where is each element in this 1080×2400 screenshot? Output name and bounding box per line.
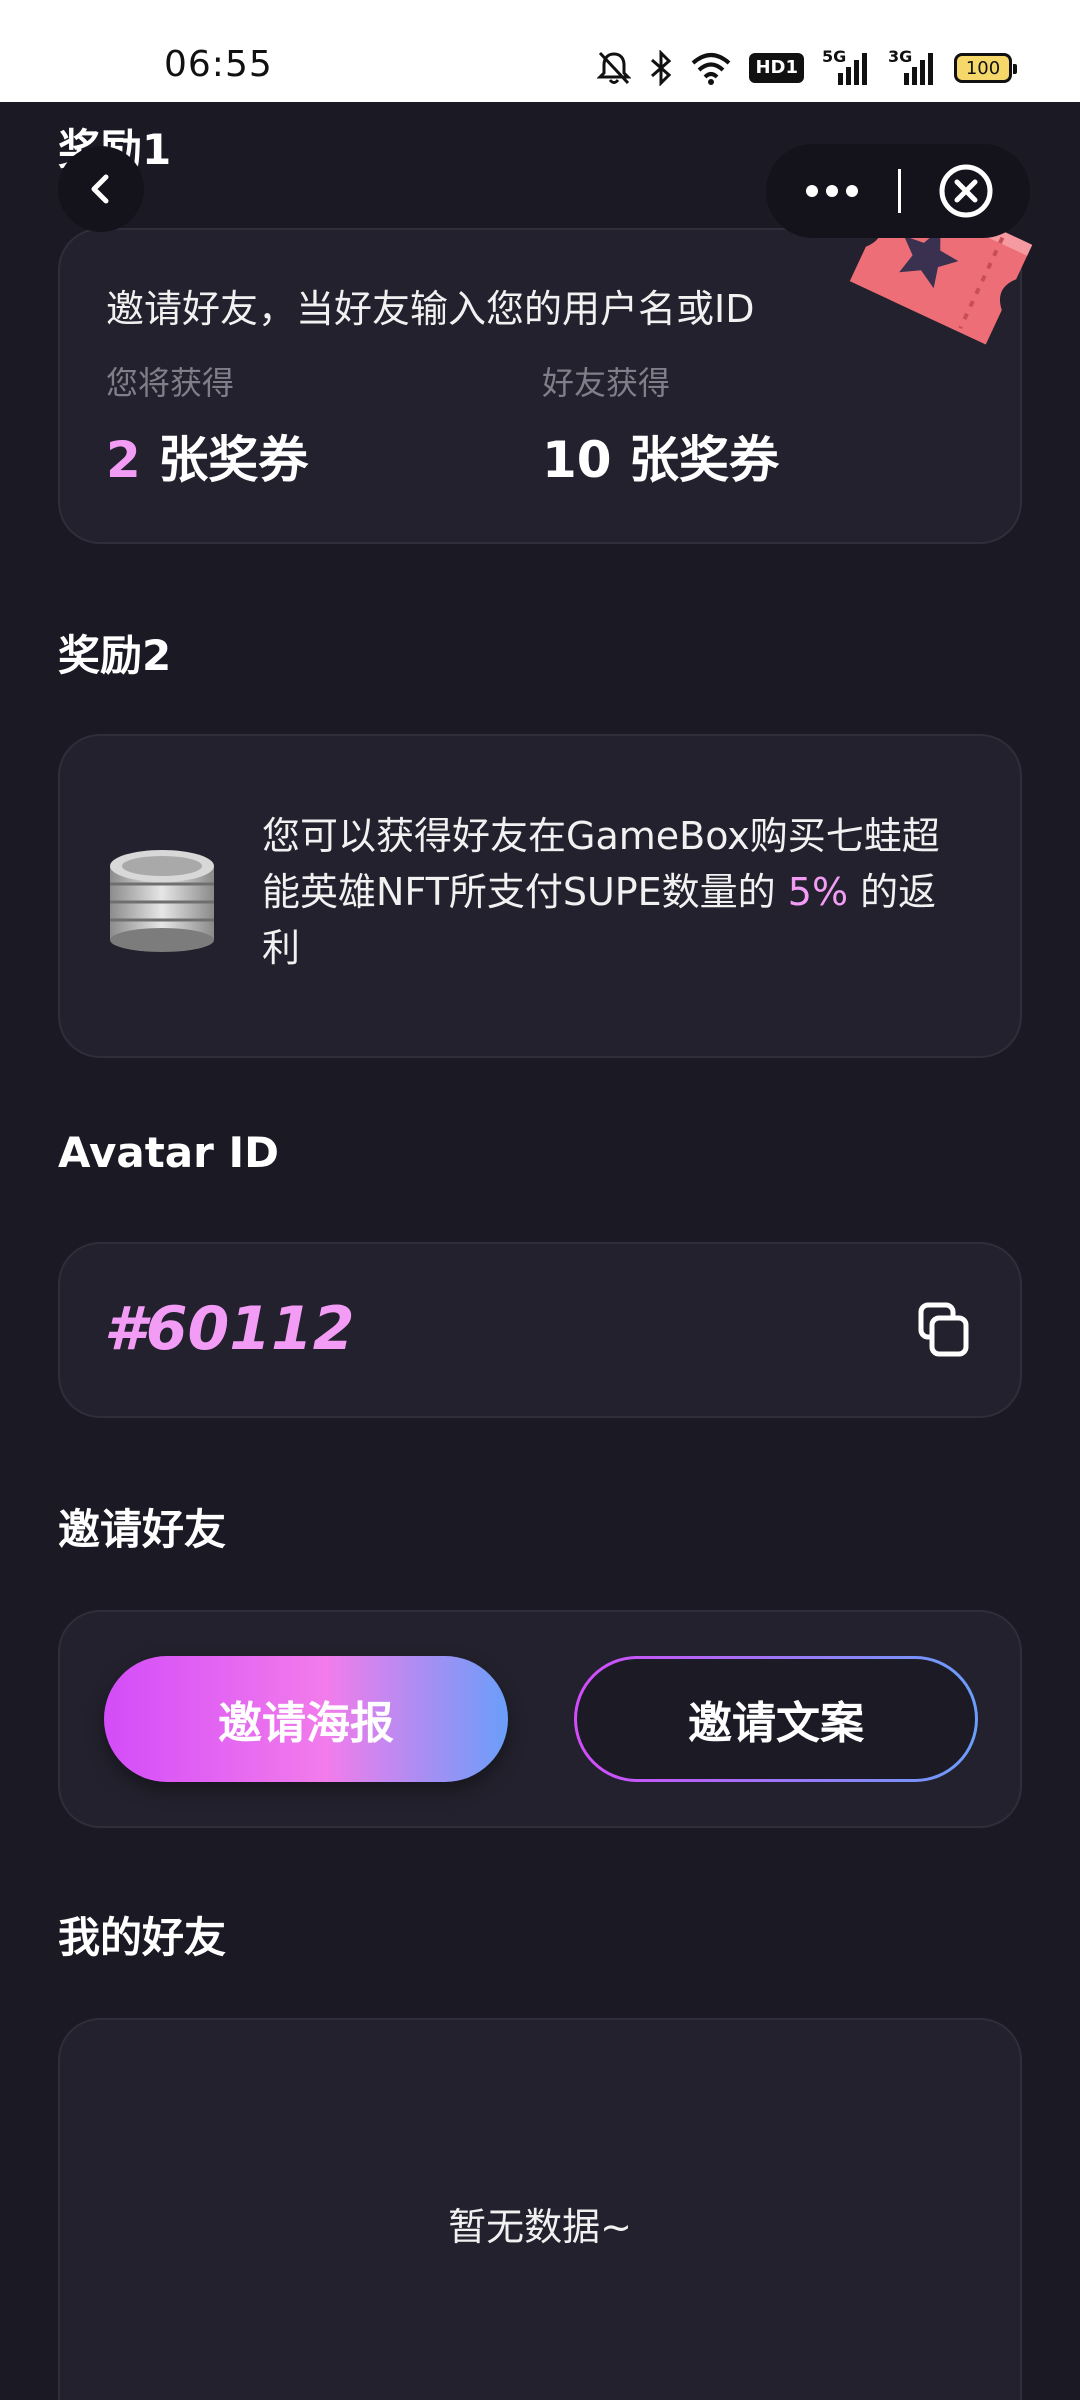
avatar-id-value: #60112 xyxy=(104,1294,355,1364)
invite-copy-button[interactable]: 邀请文案 xyxy=(574,1656,978,1782)
bluetooth-icon xyxy=(651,50,672,86)
invite-card: 邀请海报 邀请文案 xyxy=(58,1610,1022,1828)
signal-5g-icon: 5G xyxy=(822,47,870,87)
invite-title: 邀请好友 xyxy=(58,1505,227,1554)
more-button[interactable] xyxy=(766,183,898,199)
you-get-unit: 张奖券 xyxy=(140,431,309,489)
coin-stack-icon xyxy=(110,850,214,952)
close-circle-icon xyxy=(939,164,992,218)
you-get-count: 2 xyxy=(106,431,141,489)
avatar-id-title: Avatar ID xyxy=(58,1128,279,1177)
bell-off-icon xyxy=(597,51,632,85)
you-get-value: 2 张奖券 xyxy=(106,420,308,492)
invite-poster-button[interactable]: 邀请海报 xyxy=(104,1656,508,1782)
hd-badge: HD1 xyxy=(749,53,804,83)
friend-get-value: 10 张奖券 xyxy=(542,431,779,489)
copy-icon[interactable] xyxy=(918,1302,970,1358)
status-time: 06:55 xyxy=(164,44,273,85)
reward2-percent: 5% xyxy=(787,870,849,914)
you-get-block: 您将获得 2 张奖券 xyxy=(106,358,308,492)
battery-icon: 100 xyxy=(954,53,1017,83)
wifi-icon xyxy=(692,53,731,85)
close-button[interactable] xyxy=(901,163,1030,219)
friends-title: 我的好友 xyxy=(58,1913,227,1962)
back-button[interactable] xyxy=(58,146,144,232)
reward1-description: 邀请好友，当好友输入您的用户名或ID xyxy=(106,287,755,331)
more-dots-icon xyxy=(806,185,858,197)
avatar-id-card: #60112 xyxy=(58,1242,1022,1418)
friends-card: 暂无数据~ xyxy=(58,2018,1022,2400)
empty-state-text: 暂无数据~ xyxy=(448,2205,632,2249)
signal-3g-icon: 3G xyxy=(888,47,936,87)
you-get-label: 您将获得 xyxy=(106,364,235,402)
status-icons: HD1 5G 3G 100 xyxy=(597,47,1017,88)
status-bar: 06:55 HD1 5G 3G 100 xyxy=(0,0,1080,102)
chevron-left-icon xyxy=(91,174,109,204)
friend-get-label: 好友获得 xyxy=(542,364,671,402)
capsule-menu xyxy=(766,144,1030,238)
reward2-text: 您可以获得好友在GameBox购买七蛙超能英雄NFT所支付SUPE数量的 5% … xyxy=(262,808,962,976)
reward2-card: 您可以获得好友在GameBox购买七蛙超能英雄NFT所支付SUPE数量的 5% … xyxy=(58,734,1022,1058)
reward2-title: 奖励2 xyxy=(58,631,172,680)
friend-get-block: 好友获得 10 张奖券 xyxy=(542,358,779,492)
